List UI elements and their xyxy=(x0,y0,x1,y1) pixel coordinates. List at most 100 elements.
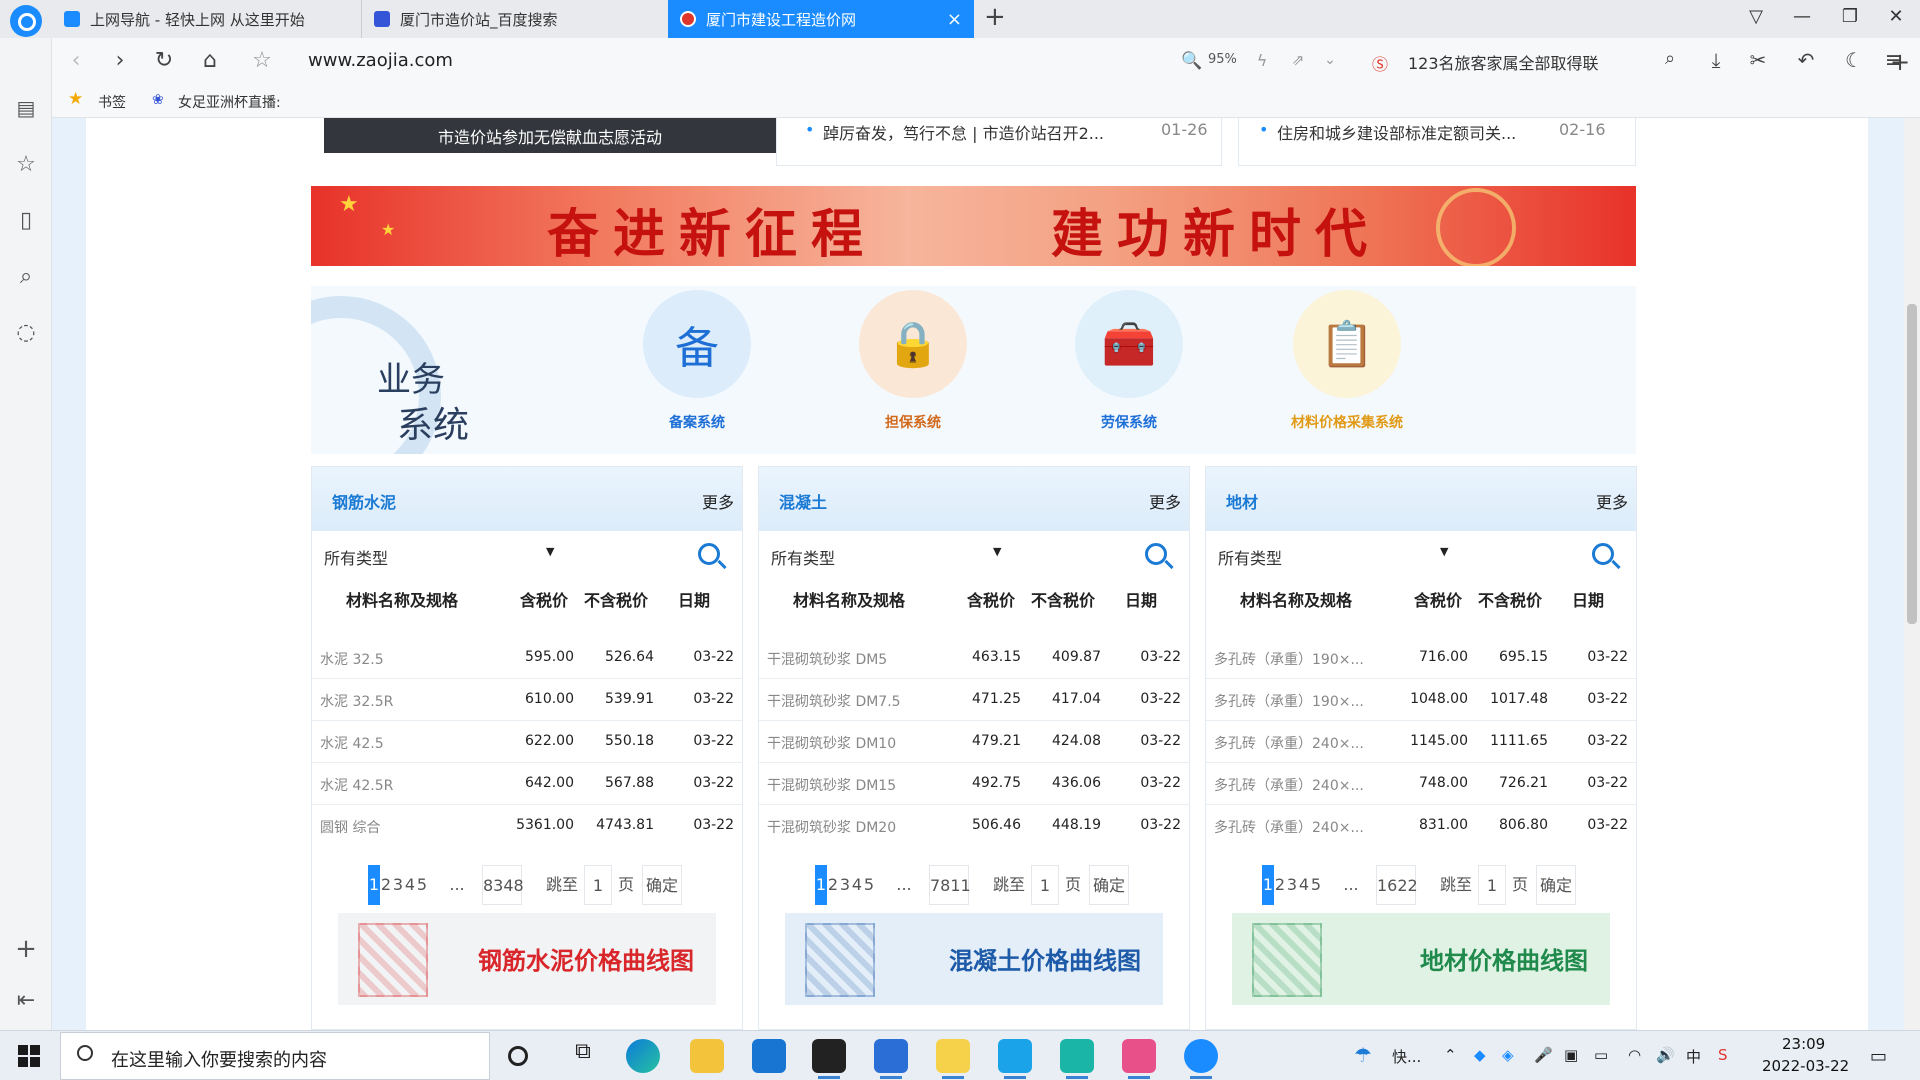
table-row[interactable]: 干混砌筑砂浆 DM15 492.75 436.06 03-22 xyxy=(759,763,1189,805)
table-row[interactable]: 水泥 32.5 595.00 526.64 03-22 xyxy=(312,637,742,679)
minimize-icon[interactable]: — xyxy=(1790,6,1814,27)
panel-title[interactable]: 混凝土 xyxy=(779,489,827,513)
confirm-button[interactable]: 确定 xyxy=(1089,865,1129,905)
search-engine-icon[interactable]: Ⓢ xyxy=(1366,51,1394,75)
home-icon[interactable]: ⌂ xyxy=(196,48,224,73)
forward-icon[interactable]: › xyxy=(106,48,134,73)
notes-icon[interactable] xyxy=(936,1039,970,1079)
wifi-icon[interactable]: ◠ xyxy=(1628,1046,1641,1064)
type-select[interactable]: 所有类型 xyxy=(771,545,1001,569)
material-name[interactable]: 干混砌筑砂浆 DM7.5 xyxy=(767,691,901,711)
jump-page-input[interactable]: 1 xyxy=(1031,865,1059,905)
umbrella-weather-icon[interactable]: ☂ xyxy=(1354,1043,1372,1067)
page-number[interactable]: 3 xyxy=(1286,865,1298,905)
search-icon[interactable]: ⌕ xyxy=(1656,48,1684,69)
menu-icon[interactable]: ≡ xyxy=(1880,48,1908,73)
page-number[interactable]: 1622 xyxy=(1376,865,1418,905)
microphone-icon[interactable]: 🎤 xyxy=(1534,1046,1553,1064)
material-name[interactable]: 圆钢 综合 xyxy=(320,817,380,837)
edge-icon[interactable] xyxy=(626,1039,660,1073)
material-name[interactable]: 多孔砖（承重）190×... xyxy=(1214,691,1364,711)
dropdown-arrow-icon[interactable]: ▼ xyxy=(546,545,554,558)
confirm-button[interactable]: 确定 xyxy=(642,865,682,905)
table-row[interactable]: 多孔砖（承重）240×... 748.00 726.21 03-22 xyxy=(1206,763,1636,805)
file-explorer-icon[interactable] xyxy=(690,1039,724,1073)
page-number[interactable]: 2 xyxy=(1274,865,1286,905)
price-collection-system-link[interactable]: 📋 材料价格采集系统 xyxy=(1267,290,1427,432)
jump-page-input[interactable]: 1 xyxy=(1478,865,1506,905)
tray-chevron-up-icon[interactable]: ⌃ xyxy=(1444,1046,1457,1064)
mail-icon[interactable] xyxy=(752,1039,786,1073)
panel-title[interactable]: 地材 xyxy=(1226,489,1258,513)
table-row[interactable]: 干混砌筑砂浆 DM7.5 471.25 417.04 03-22 xyxy=(759,679,1189,721)
tab-nav-home[interactable]: 上网导航 - 轻快上网 从这里开始 xyxy=(52,0,362,38)
photo-app-icon[interactable] xyxy=(1122,1039,1156,1079)
page-number[interactable]: 7811 xyxy=(929,865,971,905)
page-number[interactable]: 5 xyxy=(863,865,875,905)
material-name[interactable]: 多孔砖（承重）190×... xyxy=(1214,649,1364,669)
dropdown-arrow-icon[interactable]: ▼ xyxy=(993,545,1001,558)
t-app-icon[interactable] xyxy=(998,1039,1032,1079)
back-icon[interactable]: ‹ xyxy=(62,48,90,73)
undo-icon[interactable]: ↶ xyxy=(1792,48,1820,72)
news-photo[interactable]: 市造价站参加无偿献血志愿活动 xyxy=(324,118,776,153)
tab-close-icon[interactable]: × xyxy=(947,9,962,30)
scrollbar-thumb[interactable] xyxy=(1907,304,1917,624)
star-icon[interactable]: ☆ xyxy=(248,48,276,73)
browser-logo-icon[interactable] xyxy=(10,5,42,37)
tab-baidu-search[interactable]: 厦门市造价站_百度搜索 xyxy=(362,0,668,38)
bookmark-item[interactable]: 女足亚洲杯直播: xyxy=(178,92,281,112)
page-number[interactable]: 1 xyxy=(1262,865,1274,905)
bookmark-item[interactable]: 书签 xyxy=(98,92,126,112)
page-scrollbar[interactable] xyxy=(1904,118,1920,1030)
table-row[interactable]: 干混砌筑砂浆 DM20 506.46 448.19 03-22 xyxy=(759,805,1189,847)
table-row[interactable]: 多孔砖（承重）190×... 716.00 695.15 03-22 xyxy=(1206,637,1636,679)
material-name[interactable]: 水泥 42.5 xyxy=(320,733,384,753)
browser-taskbar-icon[interactable] xyxy=(1184,1039,1218,1079)
tray-layers-icon[interactable]: ◈ xyxy=(1502,1046,1514,1064)
new-tab-plus-icon[interactable]: + xyxy=(984,2,1006,32)
table-row[interactable]: 水泥 32.5R 610.00 539.91 03-22 xyxy=(312,679,742,721)
price-curve-label[interactable]: 混凝土价格曲线图 xyxy=(949,941,1141,976)
confirm-button[interactable]: 确定 xyxy=(1536,865,1576,905)
table-row[interactable]: 多孔砖（承重）190×... 1048.00 1017.48 03-22 xyxy=(1206,679,1636,721)
table-row[interactable]: 干混砌筑砂浆 DM10 479.21 424.08 03-22 xyxy=(759,721,1189,763)
url-field[interactable]: www.zaojia.com xyxy=(308,50,453,71)
material-name[interactable]: 多孔砖（承重）240×... xyxy=(1214,775,1364,795)
material-name[interactable]: 干混砌筑砂浆 DM5 xyxy=(767,649,887,669)
close-window-icon[interactable]: ✕ xyxy=(1884,6,1908,27)
price-curve-label[interactable]: 钢筋水泥价格曲线图 xyxy=(478,941,694,976)
chat-icon[interactable]: ◌ xyxy=(12,320,40,345)
more-link[interactable]: 更多 xyxy=(1596,489,1628,513)
tab-list-icon[interactable]: ▽ xyxy=(1744,6,1768,27)
material-name[interactable]: 多孔砖（承重）240×... xyxy=(1214,733,1364,753)
page-number[interactable]: 8348 xyxy=(482,865,524,905)
table-row[interactable]: 干混砌筑砂浆 DM5 463.15 409.87 03-22 xyxy=(759,637,1189,679)
table-row[interactable]: 多孔砖（承重）240×... 831.00 806.80 03-22 xyxy=(1206,805,1636,847)
search-icon[interactable]: ⌕ xyxy=(12,264,40,289)
material-name[interactable]: 水泥 32.5R xyxy=(320,691,393,711)
night-mode-icon[interactable]: ☾ xyxy=(1840,48,1868,72)
news-link[interactable]: 住房和城乡建设部标准定额司关... xyxy=(1277,120,1516,144)
taskbar-search-box[interactable]: 在这里输入你要搜索的内容 xyxy=(60,1032,490,1080)
scissors-icon[interactable]: ✂ xyxy=(1744,48,1772,72)
volume-icon[interactable]: 🔊 xyxy=(1656,1046,1675,1064)
restore-icon[interactable]: ❐ xyxy=(1838,6,1862,27)
table-row[interactable]: 水泥 42.5 622.00 550.18 03-22 xyxy=(312,721,742,763)
material-name[interactable]: 干混砌筑砂浆 DM10 xyxy=(767,733,896,753)
chevron-down-icon[interactable]: ⌄ xyxy=(1316,52,1344,68)
material-name[interactable]: 水泥 32.5 xyxy=(320,649,384,669)
tray-app-icon[interactable]: ◆ xyxy=(1474,1046,1486,1064)
tray-device-icon[interactable]: ▣ xyxy=(1564,1046,1578,1064)
add-icon[interactable]: + xyxy=(12,934,40,964)
weather-text[interactable]: 快... xyxy=(1392,1046,1421,1067)
price-curve-label[interactable]: 地材价格曲线图 xyxy=(1420,941,1588,976)
labor-insurance-system-link[interactable]: 🧰 劳保系统 xyxy=(1049,290,1209,432)
news-link[interactable]: 踔厉奋发，笃行不怠 | 市造价站召开2... xyxy=(823,120,1104,144)
price-curve-link[interactable]: 地材价格曲线图 xyxy=(1232,913,1610,1005)
page-number[interactable]: ... xyxy=(1338,865,1364,905)
book-icon[interactable]: ▯ xyxy=(12,208,40,233)
clock-date[interactable]: 2022-03-22 xyxy=(1762,1057,1849,1075)
download-icon[interactable]: ⤓ xyxy=(1702,48,1730,72)
reload-icon[interactable]: ↻ xyxy=(150,48,178,73)
